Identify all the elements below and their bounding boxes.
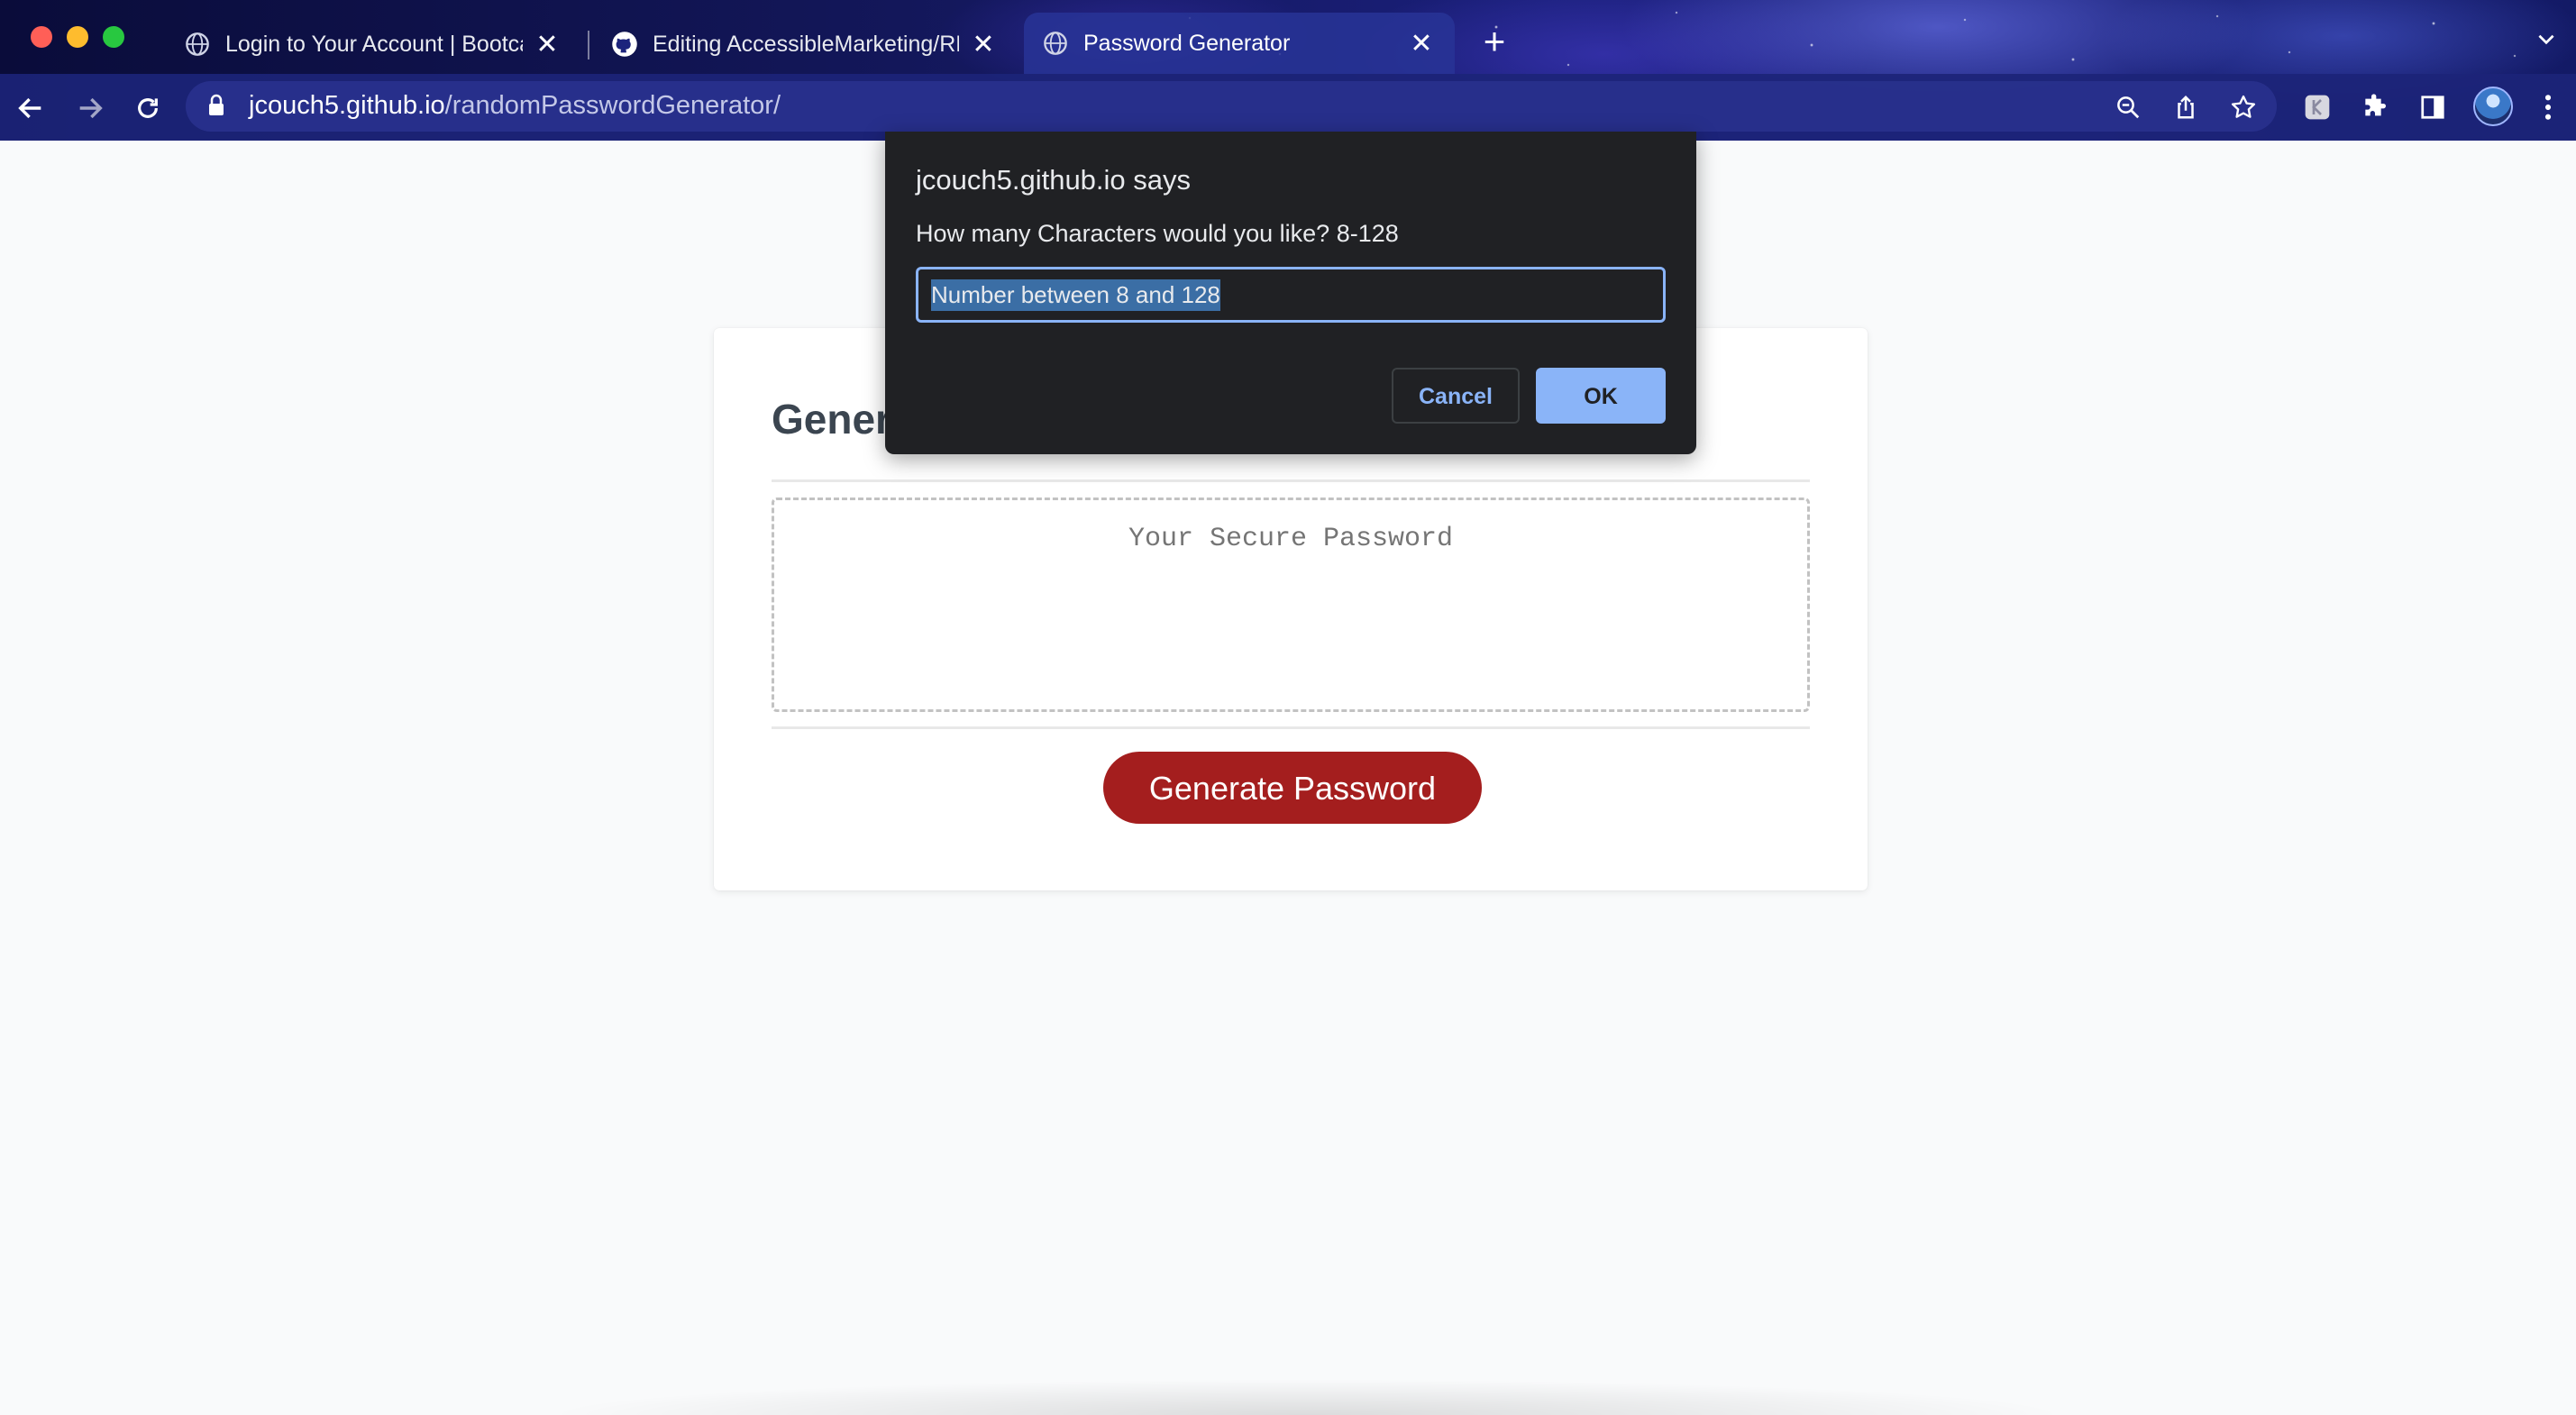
bookmark-star-icon[interactable] <box>2228 92 2259 123</box>
tab-close-icon[interactable]: ✕ <box>968 29 999 59</box>
divider <box>772 479 1810 482</box>
ok-button[interactable]: OK <box>1536 368 1666 424</box>
new-tab-button[interactable]: + <box>1476 23 1512 61</box>
page-bottom-shadow <box>541 1379 2073 1415</box>
window-close-button[interactable] <box>31 26 52 48</box>
lock-icon <box>207 94 227 119</box>
dialog-text-input[interactable]: Number between 8 and 128 <box>916 267 1666 323</box>
globe-icon <box>184 31 211 58</box>
tab-title: Password Generator <box>1083 30 1291 56</box>
generate-password-button[interactable]: Generate Password <box>1103 752 1482 824</box>
url-path: /randomPasswordGenerator/ <box>444 91 781 120</box>
window-minimize-button[interactable] <box>67 26 88 48</box>
tab-close-icon[interactable]: ✕ <box>532 29 562 59</box>
dialog-title: jcouch5.github.io says <box>916 164 1192 196</box>
cancel-button[interactable]: Cancel <box>1392 368 1520 424</box>
address-bar[interactable]: jcouch5.github.io/randomPasswordGenerato… <box>186 81 2277 132</box>
forward-arrow-icon[interactable] <box>70 88 110 128</box>
back-arrow-icon[interactable] <box>11 88 50 128</box>
github-icon <box>611 31 638 58</box>
browser-toolbar: jcouch5.github.io/randomPasswordGenerato… <box>0 74 2576 141</box>
side-panel-icon[interactable] <box>2416 90 2450 124</box>
kebab-menu-icon[interactable] <box>2531 90 2565 124</box>
tab-login-bootcamp[interactable]: Login to Your Account | Bootcamp ✕ <box>166 14 580 74</box>
browser-chrome: Login to Your Account | Bootcamp ✕ Editi… <box>0 0 2576 141</box>
dialog-input-value: Number between 8 and 128 <box>931 278 1220 311</box>
tab-editing-readme[interactable]: Editing AccessibleMarketing/README ✕ <box>593 14 1017 74</box>
prompt-dialog: jcouch5.github.io says How many Characte… <box>885 132 1696 454</box>
share-icon[interactable] <box>2170 92 2201 123</box>
extension-k-icon[interactable] <box>2300 90 2334 124</box>
tab-title: Login to Your Account | Bootcamp <box>225 31 523 57</box>
tab-close-icon[interactable]: ✕ <box>1406 28 1437 59</box>
password-output-field[interactable] <box>772 498 1810 712</box>
divider <box>772 726 1810 729</box>
zoom-out-icon[interactable] <box>2113 92 2143 123</box>
profile-avatar[interactable] <box>2473 87 2513 126</box>
dialog-message: How many Characters would you like? 8-12… <box>916 220 1399 247</box>
reload-icon[interactable] <box>128 88 168 128</box>
tab-title: Editing AccessibleMarketing/README <box>653 31 959 57</box>
extensions-puzzle-icon[interactable] <box>2358 90 2392 124</box>
tab-separator <box>588 31 589 59</box>
tab-password-generator[interactable]: Password Generator ✕ <box>1024 13 1455 74</box>
tab-search-chevron-icon[interactable] <box>2531 27 2562 58</box>
window-maximize-button[interactable] <box>103 26 124 48</box>
globe-icon <box>1042 30 1069 57</box>
url-host: jcouch5.github.io <box>249 91 445 120</box>
url-text[interactable]: jcouch5.github.io/randomPasswordGenerato… <box>249 91 781 121</box>
